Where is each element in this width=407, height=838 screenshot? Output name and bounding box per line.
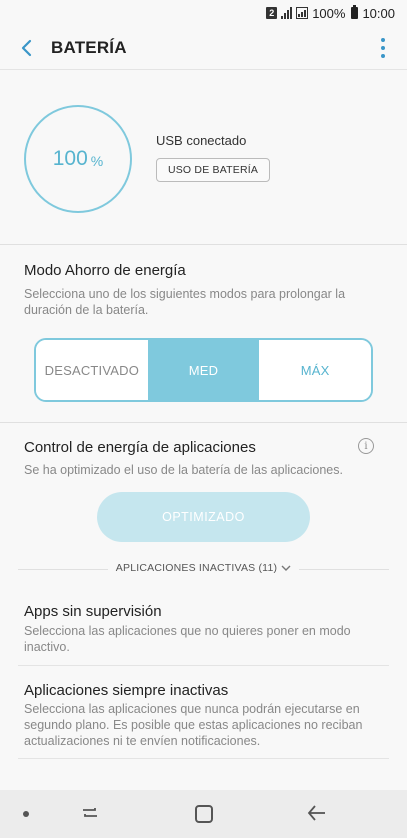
list-item-description: Selecciona las aplicaciones que no quier… bbox=[24, 624, 351, 654]
mode-off-button[interactable]: DESACTIVADO bbox=[36, 340, 148, 400]
signal-strength-icon bbox=[281, 7, 293, 19]
clock: 10:00 bbox=[362, 5, 395, 21]
chevron-down-icon bbox=[281, 565, 291, 571]
back-arrow-icon[interactable] bbox=[5, 26, 49, 70]
app-power-title: Control de energía de aplicaciones bbox=[24, 439, 256, 456]
nav-dot-icon[interactable] bbox=[23, 811, 29, 817]
recent-apps-icon[interactable] bbox=[80, 803, 100, 828]
status-bar: 2 100% 10:00 bbox=[0, 0, 407, 26]
battery-level-unit: % bbox=[90, 153, 104, 169]
signal-strength-icon bbox=[296, 7, 309, 19]
navigation-bar bbox=[0, 790, 407, 838]
nav-back-icon[interactable] bbox=[306, 803, 328, 828]
battery-icon bbox=[351, 5, 359, 19]
inactive-apps-label: APLICACIONES INACTIVAS (11) bbox=[115, 562, 278, 574]
inactive-apps-toggle[interactable]: APLICACIONES INACTIVAS (11) bbox=[107, 562, 300, 574]
page-title: BATERÍA bbox=[51, 37, 127, 57]
battery-percent: 100% bbox=[312, 5, 346, 21]
battery-level: 100 bbox=[52, 147, 88, 170]
list-item-title: Apps sin supervisión bbox=[24, 603, 162, 620]
battery-status-section: 100 % USB conectado USO DE BATERÍA bbox=[0, 71, 407, 245]
app-power-section: Control de energía de aplicaciones i Se … bbox=[0, 424, 407, 594]
mode-max-button[interactable]: MÁX bbox=[259, 340, 371, 400]
charging-status: USB conectado bbox=[156, 133, 247, 148]
power-saving-title: Modo Ahorro de energía bbox=[24, 262, 186, 279]
app-power-description: Se ha optimizado el uso de la batería de… bbox=[24, 463, 343, 477]
list-item-description: Selecciona las aplicaciones que nunca po… bbox=[24, 702, 363, 748]
more-options-icon[interactable] bbox=[379, 38, 387, 58]
power-saving-section: Modo Ahorro de energía Selecciona uno de… bbox=[0, 246, 407, 423]
list-item-always-sleeping-apps[interactable]: Aplicaciones siempre inactivas Seleccion… bbox=[0, 667, 407, 759]
power-mode-selector: DESACTIVADO MED MÁX bbox=[34, 338, 373, 402]
power-saving-description: Selecciona uno de los siguientes modos p… bbox=[24, 287, 346, 317]
list-item-title: Aplicaciones siempre inactivas bbox=[24, 682, 229, 699]
info-icon[interactable]: i bbox=[358, 438, 374, 454]
mode-med-button[interactable]: MED bbox=[147, 340, 260, 400]
divider bbox=[18, 758, 389, 759]
home-icon[interactable] bbox=[195, 805, 213, 823]
battery-usage-button[interactable]: USO DE BATERÍA bbox=[156, 158, 270, 182]
divider bbox=[18, 665, 389, 666]
list-item-unmonitored-apps[interactable]: Apps sin supervisión Selecciona las apli… bbox=[0, 594, 407, 666]
optimized-button[interactable]: OPTIMIZADO bbox=[97, 492, 310, 542]
battery-level-ring: 100 % bbox=[24, 105, 132, 213]
app-bar: BATERÍA bbox=[0, 26, 407, 70]
sim-badge: 2 bbox=[266, 7, 278, 19]
